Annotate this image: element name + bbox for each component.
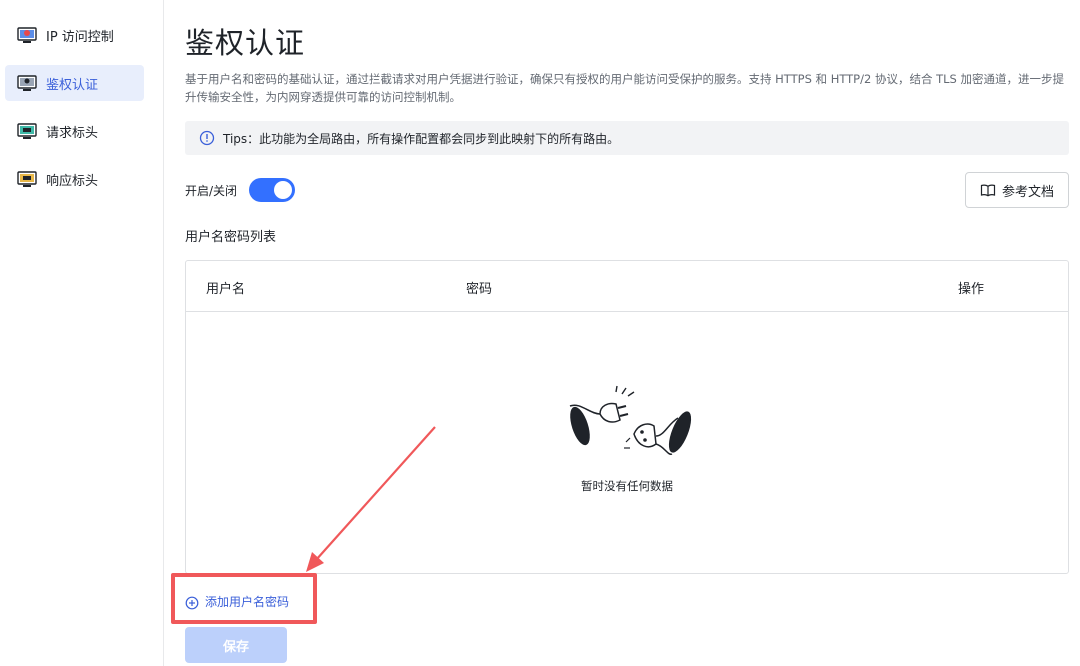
save-button-label: 保存 (222, 638, 249, 654)
sidebar-item-label: 鉴权认证 (46, 77, 99, 93)
empty-state: 暂时没有任何数据 (186, 312, 1068, 573)
table-header: 用户名 密码 操作 (186, 261, 1068, 312)
sidebar-item-label: 请求标头 (46, 125, 99, 141)
column-header-actions: 操作 (958, 282, 985, 297)
save-button[interactable]: 保存 (185, 627, 287, 663)
empty-state-text: 暂时没有任何数据 (581, 479, 673, 493)
sidebar-item-response-header[interactable]: 响应标头 (5, 161, 144, 197)
toggle-row: 开启/关闭 (185, 177, 296, 203)
sidebar-item-auth[interactable]: 鉴权认证 (5, 65, 144, 101)
toggle-knob (274, 181, 293, 199)
column-header-password: 密码 (466, 282, 493, 297)
page-title: 鉴权认证 (185, 26, 306, 60)
tips-banner: Tips：此功能为全局路由，所有操作配置都会同步到此映射下的所有路由。 (185, 121, 1069, 155)
credentials-table: 用户名 密码 操作 暂时没有任何数据 (185, 260, 1069, 574)
tips-text: Tips：此功能为全局路由，所有操作配置都会同步到此映射下的所有路由。 (223, 131, 620, 146)
reference-doc-label: 参考文档 (1001, 184, 1054, 200)
ip-access-icon (17, 25, 37, 45)
column-header-username: 用户名 (206, 282, 246, 297)
sidebar-item-label: 响应标头 (46, 173, 99, 189)
sidebar: IP 访问控制 鉴权认证 请求标头 响应标头 (0, 0, 164, 666)
list-title: 用户名密码列表 (185, 230, 277, 245)
sidebar-item-label: IP 访问控制 (46, 29, 114, 45)
enable-toggle[interactable] (249, 178, 296, 202)
sidebar-item-ip-access[interactable]: IP 访问控制 (5, 17, 144, 53)
auth-icon (17, 73, 37, 93)
request-header-icon (17, 121, 37, 141)
main-content: 鉴权认证 基于用户名和密码的基础认证，通过拦截请求对用户凭据进行验证，确保只有授… (185, 0, 1069, 666)
info-icon (199, 130, 215, 146)
page-description: 基于用户名和密码的基础认证，通过拦截请求对用户凭据进行验证，确保只有授权的用户能… (185, 72, 1065, 104)
toggle-label: 开启/关闭 (185, 183, 238, 198)
reference-doc-button[interactable]: 参考文档 (965, 172, 1069, 208)
sidebar-item-request-header[interactable]: 请求标头 (5, 113, 144, 149)
annotation-highlight-box (171, 573, 317, 624)
response-header-icon (17, 169, 37, 189)
book-icon (980, 182, 996, 198)
unplugged-icon (569, 385, 692, 455)
